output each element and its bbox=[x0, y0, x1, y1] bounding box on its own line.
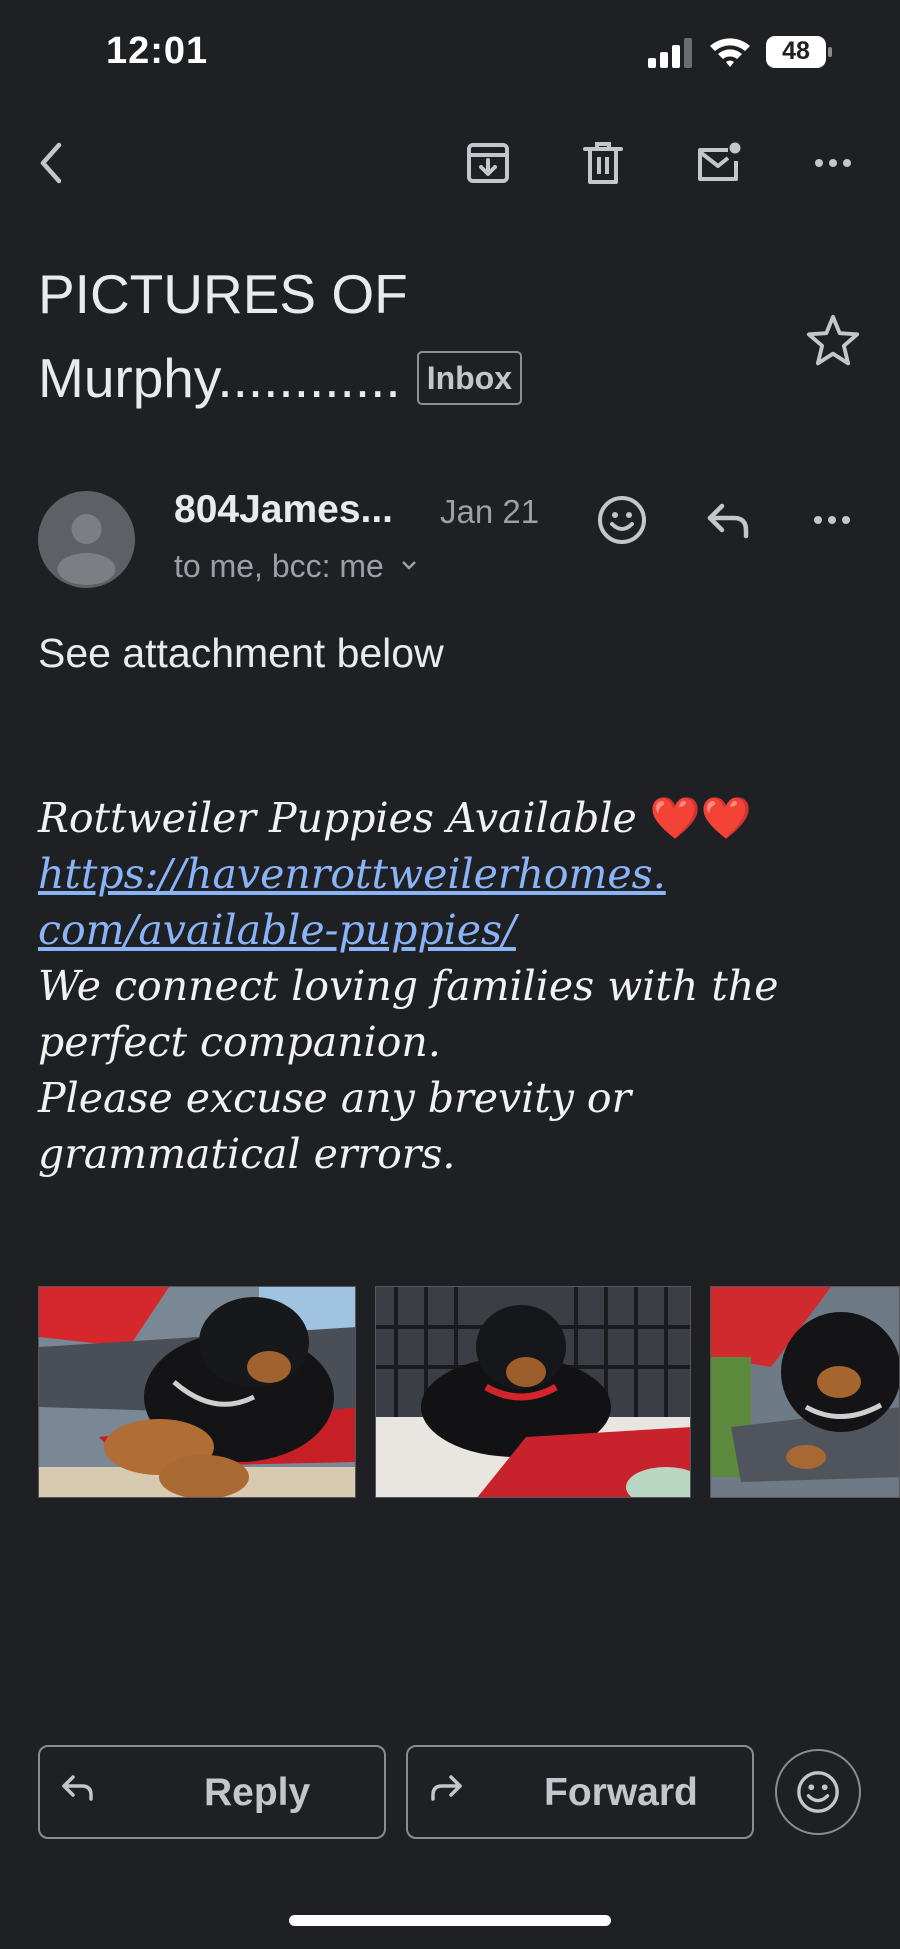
reply-action-button[interactable]: Reply bbox=[38, 1745, 386, 1839]
more-horizontal-icon bbox=[815, 159, 851, 167]
emoji-smile-icon bbox=[797, 1771, 839, 1813]
more-horizontal-icon bbox=[814, 516, 850, 524]
wifi-icon bbox=[710, 38, 750, 67]
signature-line-6: grammatical errors. bbox=[38, 1130, 456, 1178]
react-emoji-button[interactable] bbox=[775, 1749, 861, 1835]
battery-icon: 48 bbox=[766, 36, 832, 68]
recipients-text: to me, bcc: me bbox=[174, 548, 384, 584]
email-signature: Rottweiler Puppies Available ❤️❤️ https:… bbox=[38, 790, 858, 1182]
archive-button[interactable] bbox=[455, 130, 521, 196]
trash-icon bbox=[583, 142, 623, 184]
email-subject: PICTURES OF Murphy............ Inbox bbox=[38, 252, 798, 420]
puppy-photo-1 bbox=[39, 1287, 355, 1497]
signature-line-3: We connect loving families with the bbox=[38, 962, 779, 1010]
emoji-smile-icon bbox=[598, 496, 646, 544]
forward-label: Forward bbox=[544, 1771, 698, 1814]
puppy-photo-2 bbox=[376, 1287, 690, 1497]
puppy-photo-3 bbox=[711, 1287, 899, 1497]
reply-arrow-icon bbox=[62, 1775, 93, 1801]
back-arrow-icon bbox=[40, 142, 62, 184]
sender-avatar[interactable] bbox=[38, 491, 135, 588]
battery-level: 48 bbox=[782, 37, 810, 65]
website-link-part-1: https://havenrottweilerhomes. bbox=[38, 850, 666, 898]
signature-line-1: Rottweiler Puppies Available ❤️❤️ bbox=[38, 790, 858, 846]
attachment-thumbnail-2[interactable] bbox=[375, 1286, 691, 1498]
email-date: Jan 21 bbox=[440, 493, 540, 530]
signature-line-4: perfect companion. bbox=[38, 1018, 441, 1066]
website-link-part-2: com/available-puppies/ bbox=[38, 906, 516, 954]
reply-button[interactable] bbox=[696, 488, 760, 552]
attachment-thumbnail-3[interactable] bbox=[710, 1286, 900, 1498]
chevron-down-icon bbox=[401, 561, 416, 570]
mark-unread-button[interactable] bbox=[685, 130, 751, 196]
star-icon[interactable] bbox=[804, 312, 862, 370]
signature-title: Rottweiler Puppies Available bbox=[38, 794, 637, 842]
hearts-emoji: ❤️❤️ bbox=[649, 794, 752, 842]
email-body-intro: See attachment below bbox=[38, 630, 444, 676]
delete-button[interactable] bbox=[570, 130, 636, 196]
cellular-signal-icon bbox=[648, 38, 692, 68]
home-indicator[interactable] bbox=[289, 1915, 611, 1926]
mark-unread-icon bbox=[698, 142, 741, 181]
reply-label: Reply bbox=[204, 1771, 311, 1814]
inbox-label-badge[interactable]: Inbox bbox=[416, 351, 523, 405]
subject-line-2: Murphy............ bbox=[38, 347, 401, 409]
recipients-toggle[interactable]: to me, bcc: me bbox=[174, 548, 419, 585]
sender-name[interactable]: 804James... bbox=[174, 488, 393, 532]
forward-arrow-icon bbox=[431, 1775, 462, 1801]
status-time: 12:01 bbox=[106, 30, 209, 72]
signature-line-5: Please excuse any brevity or bbox=[38, 1074, 632, 1122]
more-options-button[interactable] bbox=[800, 130, 866, 196]
back-button[interactable] bbox=[20, 130, 86, 196]
subject-line-1: PICTURES OF bbox=[38, 263, 408, 325]
subject-line-2-wrap: Murphy............ Inbox bbox=[38, 336, 798, 420]
website-link[interactable]: https://havenrottweilerhomes. com/availab… bbox=[38, 846, 858, 958]
person-icon bbox=[57, 514, 116, 585]
add-reaction-button[interactable] bbox=[590, 488, 654, 552]
reply-arrow-icon bbox=[707, 503, 749, 539]
forward-action-button[interactable]: Forward bbox=[406, 1745, 754, 1839]
status-bar: 12:01 48 bbox=[0, 0, 900, 110]
attachment-thumbnail-1[interactable] bbox=[38, 1286, 356, 1498]
message-more-options-button[interactable] bbox=[800, 488, 864, 552]
archive-icon bbox=[467, 143, 509, 183]
